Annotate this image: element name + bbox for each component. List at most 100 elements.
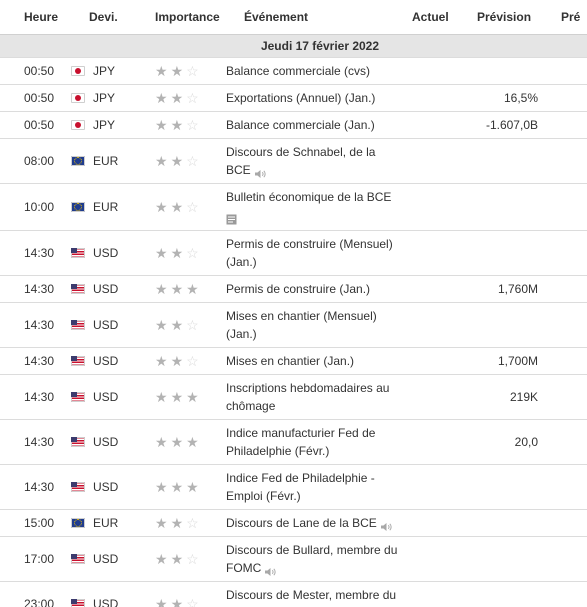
event-time: 14:30 <box>0 374 65 420</box>
event-row[interactable]: 14:30 USD ★★☆ Mises en chantier (Mensuel) (… <box>0 302 587 348</box>
event-link[interactable]: Bulletin économique de la BCE <box>226 190 391 204</box>
star-filled-icon: ★ <box>155 62 171 79</box>
event-row[interactable]: 14:30 USD ★★☆ Permis de construire (Mensuel… <box>0 230 587 276</box>
star-filled-icon: ★ <box>155 352 171 369</box>
star-filled-icon: ★ <box>170 116 187 133</box>
star-filled-icon: ★ <box>170 514 187 531</box>
event-row[interactable]: 00:50 JPY ★★☆ Balance commerciale (cvs) <box>0 57 587 85</box>
event-forecast <box>455 183 540 231</box>
event-previous <box>540 183 587 231</box>
event-link[interactable]: Permis de construire (Mensuel) (Jan.) <box>226 237 393 269</box>
event-importance: ★★☆ <box>130 57 220 85</box>
event-previous <box>540 275 587 303</box>
event-link[interactable]: Discours de Bullard, membre du FOMC <box>226 543 397 575</box>
column-header-prevision[interactable]: Prévision <box>455 0 540 35</box>
star-empty-icon: ☆ <box>186 595 202 607</box>
event-link[interactable]: Exportations (Annuel) (Jan.) <box>226 91 375 105</box>
star-filled-icon: ★ <box>170 316 187 333</box>
event-currency-cell: JPY <box>65 111 130 139</box>
event-row[interactable]: 17:00 USD ★★☆ Discours de Bullard, membre d… <box>0 536 587 582</box>
event-previous <box>540 536 587 582</box>
column-header-importance[interactable]: Importance <box>130 0 220 35</box>
event-currency-cell: USD <box>65 419 130 465</box>
event-row[interactable]: 14:30 USD ★★★ Indice Fed de Philadelphie - … <box>0 464 587 510</box>
event-time: 00:50 <box>0 111 65 139</box>
star-empty-icon: ☆ <box>186 514 202 531</box>
us-flag-icon <box>71 392 85 402</box>
event-row[interactable]: 10:00 EUR ★★☆ Bulletin économique de la BCE <box>0 183 587 231</box>
column-header-actuel[interactable]: Actuel <box>410 0 455 35</box>
jp-flag-icon <box>71 66 85 76</box>
event-cell: Bulletin économique de la BCE <box>220 183 410 231</box>
event-previous <box>540 57 587 85</box>
event-importance: ★★★ <box>130 419 220 465</box>
event-importance: ★★☆ <box>130 84 220 112</box>
event-importance: ★★☆ <box>130 302 220 348</box>
column-header-devise[interactable]: Devi. <box>65 0 130 35</box>
event-link[interactable]: Balance commerciale (Jan.) <box>226 118 375 132</box>
event-link[interactable]: Mises en chantier (Jan.) <box>226 354 354 368</box>
event-currency: EUR <box>93 516 119 530</box>
star-filled-icon: ★ <box>155 478 171 495</box>
event-cell: Balance commerciale (cvs) <box>220 57 410 85</box>
event-time: 14:30 <box>0 347 65 375</box>
event-actual <box>410 419 455 465</box>
event-forecast <box>455 581 540 607</box>
event-row[interactable]: 08:00 EUR ★★☆ Discours de Schnabel, de la B… <box>0 138 587 184</box>
event-link[interactable]: Inscriptions hebdomadaires au chômage <box>226 381 389 413</box>
document-icon[interactable] <box>226 212 237 225</box>
jp-flag-icon <box>71 93 85 103</box>
event-currency: USD <box>93 318 119 332</box>
event-importance: ★★☆ <box>130 230 220 276</box>
event-previous <box>540 111 587 139</box>
speaker-icon[interactable] <box>380 519 393 531</box>
event-importance: ★★☆ <box>130 183 220 231</box>
speaker-icon[interactable] <box>254 166 267 178</box>
event-time: 00:50 <box>0 57 65 85</box>
column-header-precedent[interactable]: Pré <box>540 0 587 35</box>
event-link[interactable]: Discours de Lane de la BCE <box>226 516 377 530</box>
event-row[interactable]: 00:50 JPY ★★☆ Balance commerciale (Jan.) -1.… <box>0 111 587 139</box>
event-cell: Permis de construire (Jan.) <box>220 275 410 303</box>
speaker-icon[interactable] <box>264 564 277 576</box>
column-header-heure[interactable]: Heure <box>0 0 65 35</box>
star-empty-icon: ☆ <box>186 62 202 79</box>
column-header-evenement[interactable]: Événement <box>220 0 410 35</box>
event-time: 14:30 <box>0 230 65 276</box>
event-row[interactable]: 23:00 USD ★★☆ Discours de Mester, membre du… <box>0 581 587 607</box>
star-filled-icon: ★ <box>155 595 171 607</box>
event-link[interactable]: Indice manufacturier Fed de Philadelphie… <box>226 426 375 458</box>
event-link[interactable]: Indice Fed de Philadelphie - Emploi (Fév… <box>226 471 375 503</box>
event-actual <box>410 183 455 231</box>
event-currency-cell: USD <box>65 464 130 510</box>
date-label: Jeudi 17 février 2022 <box>0 34 587 58</box>
event-forecast: 1,700M <box>455 347 540 375</box>
event-row[interactable]: 14:30 USD ★★★ Indice manufacturier Fed de P… <box>0 419 587 465</box>
event-link[interactable]: Mises en chantier (Mensuel) (Jan.) <box>226 309 377 341</box>
event-actual <box>410 536 455 582</box>
us-flag-icon <box>71 284 85 294</box>
event-actual <box>410 464 455 510</box>
event-link[interactable]: Discours de Schnabel, de la BCE <box>226 145 375 177</box>
star-filled-icon: ★ <box>170 352 187 369</box>
star-filled-icon: ★ <box>170 433 187 450</box>
event-forecast: -1.607,0B <box>455 111 540 139</box>
event-row[interactable]: 14:30 USD ★★☆ Mises en chantier (Jan.) 1,700… <box>0 347 587 375</box>
event-currency: USD <box>93 390 119 404</box>
event-time: 17:00 <box>0 536 65 582</box>
event-row[interactable]: 14:30 USD ★★★ Inscriptions hebdomadaires au… <box>0 374 587 420</box>
event-currency-cell: USD <box>65 347 130 375</box>
star-filled-icon: ★ <box>170 62 187 79</box>
event-cell: Balance commerciale (Jan.) <box>220 111 410 139</box>
event-row[interactable]: 14:30 USD ★★★ Permis de construire (Jan.) 1,… <box>0 275 587 303</box>
eu-flag-icon <box>71 202 85 212</box>
event-row[interactable]: 00:50 JPY ★★☆ Exportations (Annuel) (Jan.) 1… <box>0 84 587 112</box>
event-link[interactable]: Permis de construire (Jan.) <box>226 282 370 296</box>
us-flag-icon <box>71 356 85 366</box>
star-filled-icon: ★ <box>155 433 171 450</box>
star-empty-icon: ☆ <box>186 352 202 369</box>
event-row[interactable]: 15:00 EUR ★★☆ Discours de Lane de la BCE <box>0 509 587 537</box>
star-empty-icon: ☆ <box>186 116 202 133</box>
event-link[interactable]: Discours de Mester, membre du FOMC <box>226 588 396 607</box>
event-link[interactable]: Balance commerciale (cvs) <box>226 64 370 78</box>
